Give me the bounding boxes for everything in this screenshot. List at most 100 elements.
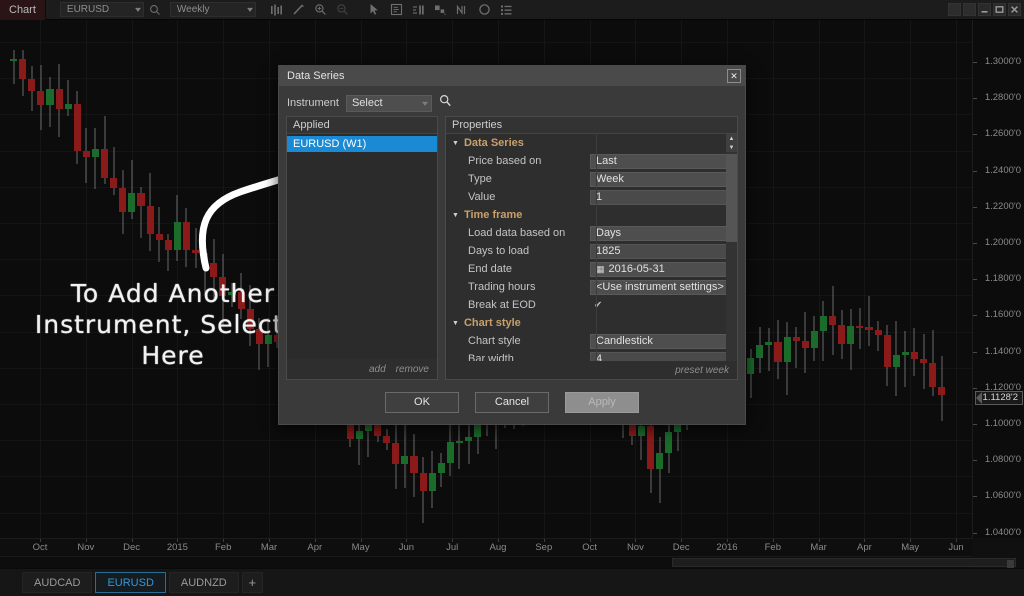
data-series-icon[interactable] <box>408 0 430 20</box>
window-button-restore-small-2[interactable] <box>963 3 976 16</box>
applied-list[interactable]: EURUSD (W1) <box>287 134 437 359</box>
instrument-select-dropdown[interactable]: Select ▾ <box>346 95 432 112</box>
circle-icon[interactable] <box>474 0 496 20</box>
price-axis-label: 1.2400'0 <box>985 165 1021 176</box>
maximize-icon[interactable] <box>993 3 1006 16</box>
candlestick <box>911 20 918 538</box>
close-icon[interactable]: ✕ <box>727 69 741 83</box>
candle-body <box>838 325 845 344</box>
candlestick <box>793 20 800 538</box>
minimize-icon[interactable] <box>978 3 991 16</box>
candle-body <box>865 327 872 330</box>
apply-button[interactable]: Apply <box>565 392 639 413</box>
property-date-field[interactable]: ▦2016-05-31▾ <box>590 262 736 277</box>
scroll-up-icon[interactable]: ▲ <box>726 134 737 143</box>
property-dropdown[interactable]: Days▾ <box>590 226 736 241</box>
applied-header: Applied <box>287 117 437 134</box>
candle-body <box>765 342 772 345</box>
candle-wick <box>68 80 69 117</box>
chart-menu-button[interactable]: Chart <box>0 0 46 20</box>
candle-body <box>137 193 144 206</box>
property-group-header[interactable]: ▼Data Series <box>446 134 737 152</box>
data-series-dialog: Data Series ✕ Instrument Select ▾ Applie… <box>278 65 746 425</box>
price-axis-label: 1.2600'0 <box>985 128 1021 139</box>
magnifier-icon[interactable] <box>439 94 452 112</box>
scroll-down-icon[interactable]: ▼ <box>726 143 737 152</box>
chart-horizontal-scrollbar[interactable] <box>0 556 972 568</box>
candlestick <box>28 20 35 538</box>
candle-wick <box>859 308 860 349</box>
price-axis-label: 1.1800'0 <box>985 273 1021 284</box>
add-button[interactable]: add <box>369 364 386 375</box>
candle-body <box>74 104 81 151</box>
price-tick <box>973 460 977 461</box>
candlestick <box>110 20 117 538</box>
cancel-button[interactable]: Cancel <box>475 392 549 413</box>
draw-line-icon[interactable] <box>288 0 310 20</box>
property-text-field[interactable]: 1 <box>590 190 736 205</box>
workspace-tab-audcad[interactable]: AUDCAD <box>22 572 92 593</box>
candlestick <box>838 20 845 538</box>
search-icon[interactable] <box>144 0 166 20</box>
property-label: Chart style <box>446 335 590 347</box>
scrollbar-thumb[interactable] <box>672 558 1016 567</box>
zoom-out-icon[interactable] <box>332 0 354 20</box>
candle-body <box>256 329 263 344</box>
candle-body <box>110 178 117 189</box>
property-label: Bar width <box>446 353 590 361</box>
remove-button[interactable]: remove <box>396 364 429 375</box>
bar-chart-icon[interactable] <box>266 0 288 20</box>
date-axis[interactable]: OctNovDec2015FebMarAprMayJunJulAugSepOct… <box>0 538 972 556</box>
window-button-restore-small[interactable] <box>948 3 961 16</box>
property-row: Value1 <box>446 188 737 206</box>
close-icon[interactable] <box>1008 3 1021 16</box>
property-checkbox[interactable]: ✔ <box>590 300 736 311</box>
property-dropdown[interactable]: Week▾ <box>590 172 736 187</box>
indicator-icon[interactable] <box>452 0 474 20</box>
candle-body <box>210 263 217 277</box>
properties-icon[interactable] <box>430 0 452 20</box>
property-group-header[interactable]: ▼Time frame <box>446 206 737 224</box>
property-row: Trading hours<Use instrument settings>▾ <box>446 278 737 296</box>
dialog-titlebar[interactable]: Data Series ✕ <box>279 66 745 86</box>
candle-body <box>647 426 654 468</box>
instrument-selector[interactable]: EURUSD ▾ <box>60 2 144 17</box>
price-axis-label: 1.1000'0 <box>985 418 1021 429</box>
property-text-field[interactable]: 4 <box>590 352 736 362</box>
price-axis-label: 1.0600'0 <box>985 490 1021 501</box>
property-value: <Use instrument settings> <box>596 281 724 293</box>
property-value: 2016-05-31 <box>609 263 665 275</box>
candlestick <box>265 20 272 538</box>
property-dropdown[interactable]: Last▾ <box>590 154 736 169</box>
date-axis-label: Dec <box>123 542 140 553</box>
data-box-icon[interactable] <box>386 0 408 20</box>
price-axis[interactable]: 1.3000'01.2800'01.2600'01.2400'01.2200'0… <box>972 20 1024 538</box>
date-axis-label: Mar <box>261 542 277 553</box>
property-dropdown[interactable]: Candlestick▾ <box>590 334 736 349</box>
zoom-in-icon[interactable] <box>310 0 332 20</box>
workspace-tab-eurusd[interactable]: EURUSD <box>95 572 165 593</box>
interval-selector[interactable]: Weekly ▾ <box>170 2 256 17</box>
workspace-tab-audnzd[interactable]: AUDNZD <box>169 572 239 593</box>
list-icon[interactable] <box>496 0 518 20</box>
cursor-icon[interactable] <box>364 0 386 20</box>
properties-scrollbar-thumb[interactable] <box>726 154 737 242</box>
properties-header: Properties <box>446 117 737 134</box>
properties-scroll-region[interactable]: ▼Data SeriesPrice based onLast▾TypeWeek▾… <box>446 134 737 361</box>
property-dropdown[interactable]: <Use instrument settings>▾ <box>590 280 736 295</box>
candlestick <box>902 20 909 538</box>
add-tab-button[interactable]: + <box>242 572 263 593</box>
date-axis-label: Oct <box>582 542 597 553</box>
date-axis-label: Sep <box>535 542 552 553</box>
price-tick <box>973 315 977 316</box>
property-group-header[interactable]: ▼Chart style <box>446 314 737 332</box>
candle-wick <box>868 296 869 346</box>
property-text-field[interactable]: 1825 <box>590 244 736 259</box>
property-row: Break at EOD✔ <box>446 296 737 314</box>
candlestick <box>747 20 754 538</box>
applied-list-item[interactable]: EURUSD (W1) <box>287 136 437 152</box>
ok-button[interactable]: OK <box>385 392 459 413</box>
price-tick <box>973 207 977 208</box>
properties-scrollbar[interactable]: ▲ ▼ <box>726 134 737 361</box>
candlestick <box>884 20 891 538</box>
